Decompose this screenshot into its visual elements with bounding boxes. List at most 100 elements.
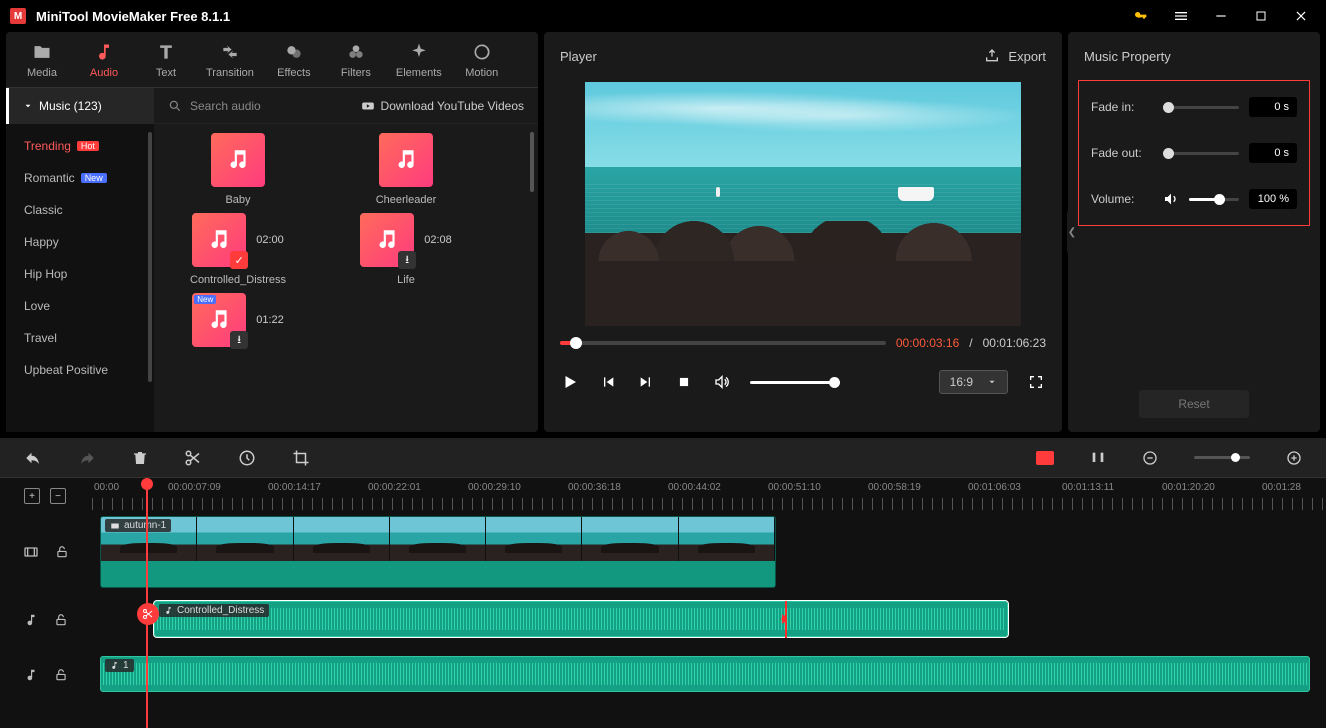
- aspect-ratio-select[interactable]: 16:9: [939, 370, 1008, 394]
- zoom-out-button[interactable]: [1142, 450, 1158, 466]
- menu-icon[interactable]: [1166, 1, 1196, 31]
- tab-media[interactable]: Media: [20, 41, 64, 79]
- snap-toggle[interactable]: [1036, 451, 1054, 465]
- category-love[interactable]: Love: [6, 296, 154, 316]
- zoom-in-button[interactable]: [1286, 450, 1302, 466]
- category-romantic[interactable]: RomanticNew: [6, 168, 154, 188]
- category-upbeat[interactable]: Upbeat Positive: [6, 360, 154, 380]
- fadein-value[interactable]: 0 s: [1249, 97, 1297, 117]
- download-icon[interactable]: ⭳: [230, 331, 248, 349]
- audio-item[interactable]: ⭳02:08 Life: [328, 210, 484, 286]
- redo-button[interactable]: [78, 449, 96, 467]
- audio-grid: Baby Cheerleader ✓02:00 Controlled_Distr…: [154, 124, 538, 432]
- tab-transition[interactable]: Transition: [206, 41, 254, 79]
- motion-icon: [471, 41, 493, 63]
- search-input[interactable]: Search audio: [154, 99, 361, 113]
- download-icon[interactable]: ⭳: [398, 251, 416, 269]
- properties-box: Fade in: 0 s Fade out: 0 s Volume: 100 %: [1078, 80, 1310, 226]
- volume-value[interactable]: 100 %: [1249, 189, 1297, 209]
- play-button[interactable]: [560, 372, 580, 392]
- export-button[interactable]: Export: [984, 48, 1046, 64]
- fadeout-value[interactable]: 0 s: [1249, 143, 1297, 163]
- delete-button[interactable]: [132, 449, 148, 467]
- text-icon: [155, 41, 177, 63]
- reset-button[interactable]: Reset: [1139, 390, 1249, 418]
- transition-icon: [219, 41, 241, 63]
- fullscreen-button[interactable]: [1026, 372, 1046, 392]
- speed-button[interactable]: [238, 449, 256, 467]
- audio-track-icon: [24, 668, 38, 682]
- sparkle-icon: [408, 41, 430, 63]
- hot-badge: Hot: [77, 141, 99, 151]
- lock-icon[interactable]: [54, 613, 68, 627]
- volume-prop-slider[interactable]: [1189, 198, 1239, 201]
- license-key-icon[interactable]: [1126, 1, 1156, 31]
- minimize-icon[interactable]: [1206, 1, 1236, 31]
- zoom-slider[interactable]: [1194, 456, 1250, 459]
- effects-icon: [283, 41, 305, 63]
- lock-icon[interactable]: [55, 545, 69, 559]
- prev-frame-button[interactable]: [598, 372, 618, 392]
- properties-title: Music Property: [1084, 49, 1171, 64]
- audio-track-2: 1: [0, 647, 1326, 702]
- maximize-icon[interactable]: [1246, 1, 1276, 31]
- audio-item[interactable]: Baby: [160, 130, 316, 206]
- video-clip[interactable]: autumn-1: [100, 516, 776, 588]
- stop-button[interactable]: [674, 372, 694, 392]
- seek-slider[interactable]: [560, 341, 886, 345]
- audio-item[interactable]: ✓02:00 Controlled_Distress: [160, 210, 316, 286]
- video-track-icon: [23, 544, 39, 560]
- app-title: MiniTool MovieMaker Free 8.1.1: [36, 9, 230, 24]
- tab-text[interactable]: Text: [144, 41, 188, 79]
- tab-elements[interactable]: Elements: [396, 41, 442, 79]
- fadeout-slider[interactable]: [1163, 152, 1239, 155]
- music-note-icon: [164, 606, 173, 615]
- youtube-icon: [361, 99, 375, 113]
- music-category-header[interactable]: Music (123): [6, 88, 154, 124]
- crop-button[interactable]: [292, 449, 310, 467]
- audio-item[interactable]: Cheerleader: [328, 130, 484, 206]
- audio-clip-1[interactable]: Controlled_Distress: [154, 601, 1008, 637]
- volume-row: Volume: 100 %: [1091, 189, 1297, 209]
- lock-icon[interactable]: [54, 668, 68, 682]
- undo-button[interactable]: [24, 449, 42, 467]
- download-youtube-link[interactable]: Download YouTube Videos: [361, 99, 538, 113]
- close-icon[interactable]: [1286, 1, 1316, 31]
- fadeout-row: Fade out: 0 s: [1091, 143, 1297, 163]
- check-icon: ✓: [230, 251, 248, 269]
- properties-panel: ❮ Music Property Fade in: 0 s Fade out: …: [1068, 32, 1320, 432]
- preview-viewport: [544, 80, 1062, 328]
- split-button[interactable]: [184, 449, 202, 467]
- audio-clip-2[interactable]: 1: [100, 656, 1310, 692]
- category-classic[interactable]: Classic: [6, 200, 154, 220]
- category-list: TrendingHot RomanticNew Classic Happy Hi…: [6, 124, 154, 432]
- next-frame-button[interactable]: [636, 372, 656, 392]
- magnet-button[interactable]: [1090, 450, 1106, 466]
- export-icon: [984, 48, 1000, 64]
- category-happy[interactable]: Happy: [6, 232, 154, 252]
- category-travel[interactable]: Travel: [6, 328, 154, 348]
- cut-indicator[interactable]: [137, 603, 159, 625]
- chevron-down-icon: [23, 101, 33, 111]
- collapse-handle[interactable]: ❮: [1067, 210, 1077, 254]
- library-subheader: Music (123) Search audio Download YouTub…: [6, 88, 538, 124]
- remove-track-button[interactable]: −: [50, 488, 66, 504]
- player-controls: 16:9: [544, 358, 1062, 406]
- player-title: Player: [560, 49, 597, 64]
- category-hiphop[interactable]: Hip Hop: [6, 264, 154, 284]
- fadein-slider[interactable]: [1163, 106, 1239, 109]
- trim-handle-cursor[interactable]: [776, 610, 792, 628]
- timeline-ruler[interactable]: +− 00:00 00:00:07:09 00:00:14:17 00:00:2…: [0, 478, 1326, 512]
- audio-track-1: Controlled_Distress: [0, 592, 1326, 647]
- volume-icon: [1163, 191, 1179, 207]
- fadeout-label: Fade out:: [1091, 146, 1153, 160]
- volume-button[interactable]: [712, 372, 732, 392]
- tab-motion[interactable]: Motion: [460, 41, 504, 79]
- volume-slider[interactable]: [750, 381, 840, 384]
- tab-audio[interactable]: Audio: [82, 41, 126, 79]
- add-track-button[interactable]: +: [24, 488, 40, 504]
- audio-item[interactable]: New⭳01:22: [160, 290, 316, 354]
- category-trending[interactable]: TrendingHot: [6, 136, 154, 156]
- tab-filters[interactable]: Filters: [334, 41, 378, 79]
- tab-effects[interactable]: Effects: [272, 41, 316, 79]
